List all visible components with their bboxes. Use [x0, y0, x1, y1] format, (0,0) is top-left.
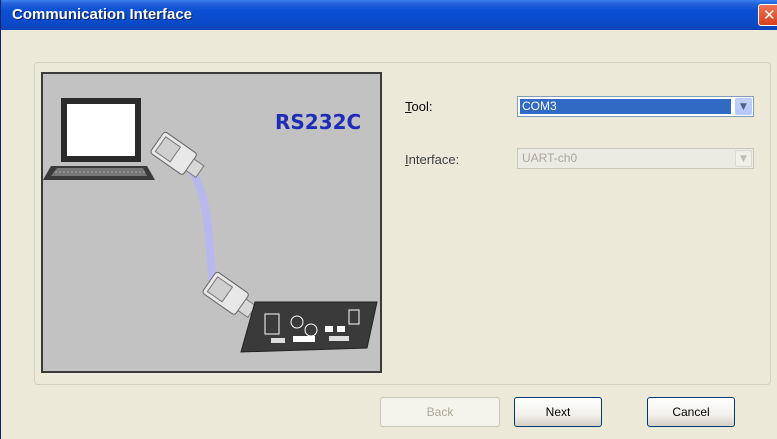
communication-interface-dialog: Communication Interface ✕ RS232C Tool: C…	[0, 0, 777, 439]
tool-dropdown[interactable]: COM3 ▼	[517, 96, 754, 117]
cancel-button-label: Cancel	[672, 405, 710, 419]
interface-dropdown: UART-ch0 ▼	[517, 148, 754, 169]
window-title: Communication Interface	[12, 6, 193, 23]
back-button-label: Back	[426, 405, 454, 419]
tool-label-text: Tool:	[405, 99, 433, 114]
circuit-board-icon	[240, 301, 378, 353]
chevron-down-icon[interactable]: ▼	[735, 98, 752, 115]
tool-label: Tool:	[405, 99, 432, 114]
close-button[interactable]: ✕	[758, 4, 777, 26]
close-icon: ✕	[763, 6, 776, 24]
rs232c-label: RS232C	[275, 110, 362, 134]
serial-cable-icon	[189, 170, 217, 283]
interface-selected-value: UART-ch0	[522, 151, 578, 165]
interface-label: Interface:	[405, 152, 459, 167]
title-bar[interactable]: Communication Interface ✕	[1, 0, 777, 30]
next-button-label: Next	[545, 405, 571, 419]
chevron-down-icon-disabled: ▼	[735, 150, 752, 167]
cancel-button[interactable]: Cancel	[647, 397, 735, 427]
next-button[interactable]: Next	[514, 397, 602, 427]
tool-selected-value: COM3	[520, 99, 731, 114]
interface-label-text: Interface:	[405, 152, 460, 167]
back-button: Back	[380, 397, 500, 427]
rs232c-illustration: RS232C	[41, 72, 382, 373]
laptop-icon	[43, 98, 155, 180]
